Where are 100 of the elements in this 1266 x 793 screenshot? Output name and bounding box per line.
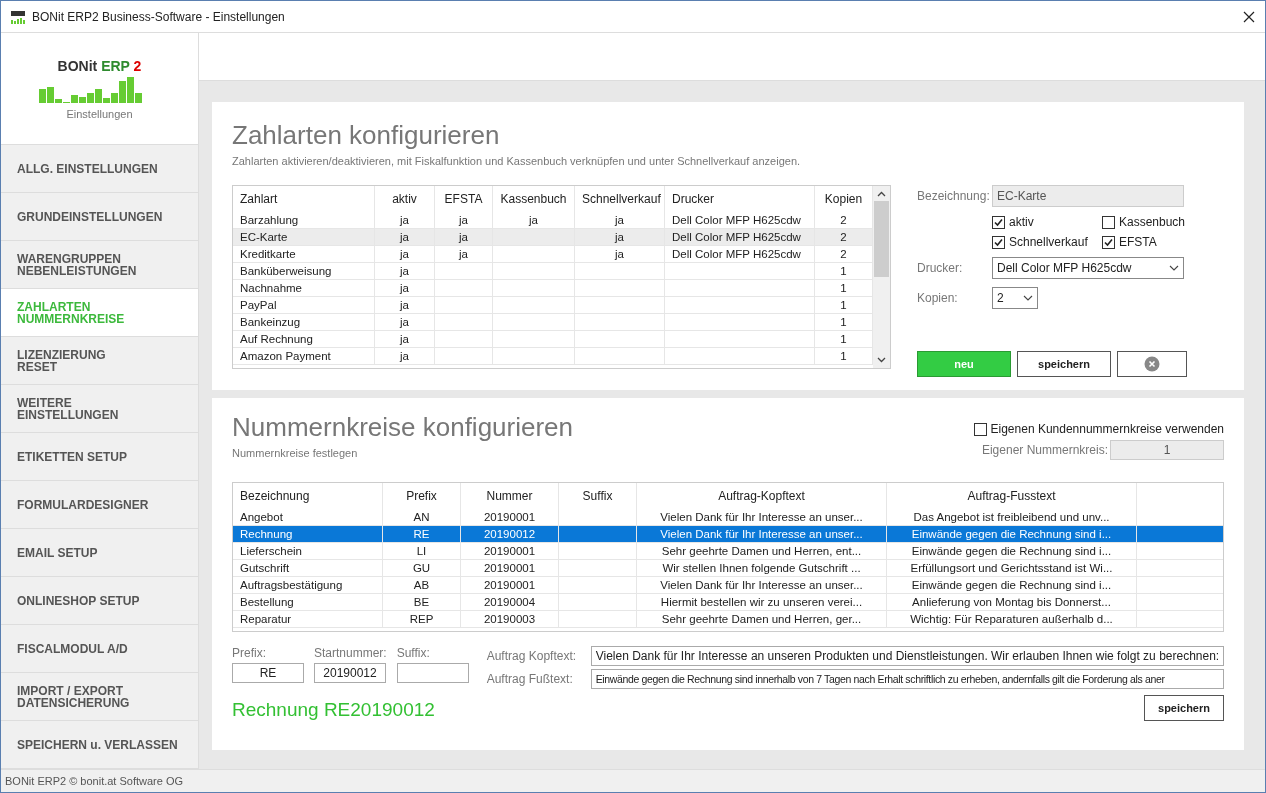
table-row[interactable]: Nachnahme ja 1: [233, 280, 873, 297]
table-row[interactable]: Auf Rechnung ja 1: [233, 331, 873, 348]
field-label: Suffix:: [396, 646, 431, 660]
window-title: BONit ERP2 Business-Software - Einstellungen: [32, 9, 285, 24]
checkbox[interactable]: [992, 215, 1005, 229]
table-row[interactable]: Kreditkarte ja ja ja Dell Color MFP H625cdw 2: [233, 246, 873, 263]
table-row[interactable]: Gutschrift GU 20190001 Wir stellen Ihnen folgende Gutschrift ... Erfüllungsort und Gerichtsstand ist Wi...: [233, 560, 1223, 577]
logo-text: BONit ERP 2: [57, 57, 142, 74]
table-cell: Einwände gegen die Rechnung sind i...: [911, 528, 1112, 540]
checkbox-label: aktiv: [1009, 215, 1034, 229]
column-header[interactable]: Auftrag-Kopftext: [637, 483, 887, 509]
table-cell: Einwände gegen die Rechnung sind i...: [911, 579, 1112, 591]
column-header[interactable]: Auftrag-Fusstext: [887, 483, 1137, 509]
table-cell: Auf Rechnung: [240, 333, 313, 345]
save-button[interactable]: speichern: [1017, 351, 1111, 377]
table-cell: 20190001: [483, 511, 536, 523]
suffix-field[interactable]: [396, 663, 469, 683]
section-title: Nummernkreise konfigurieren: [232, 412, 574, 443]
prefix-field[interactable]: RE: [232, 663, 304, 683]
table-cell: ja: [459, 231, 468, 243]
status-text: BONit ERP2 © bonit.at Software OG: [5, 775, 184, 787]
table-row[interactable]: Lieferschein LI 20190001 Sehr geehrte Damen und Herren, ent... Einwände gegen die Rechnung sind i...: [233, 543, 1223, 560]
close-icon: [1144, 356, 1160, 372]
column-header[interactable]: Nummer: [461, 483, 559, 509]
logo-subtitle: Einstellungen: [66, 107, 133, 120]
table-cell: ja: [400, 282, 409, 294]
copies-dropdown[interactable]: 2: [992, 287, 1038, 309]
table-cell: Auftragsbestätigung: [240, 579, 343, 591]
cancel-button[interactable]: [1117, 351, 1187, 377]
table-cell: Wichtig: Für Reparaturen außerhalb d...: [910, 613, 1113, 625]
table-row[interactable]: Banküberweisung ja 1: [233, 263, 873, 280]
app-logo-icon: [10, 8, 26, 25]
checkbox[interactable]: [1102, 215, 1115, 229]
table-cell: LI: [416, 545, 427, 557]
table-row[interactable]: Auftragsbestätigung AB 20190001 Vielen Dank für Ihr Interesse an unser... Einwände gegen die Rechnung sind i...: [233, 577, 1223, 594]
scrollbar[interactable]: [873, 186, 890, 368]
scroll-down-icon[interactable]: [877, 357, 886, 363]
column-header[interactable]: Schnellverkauf: [575, 186, 665, 212]
table-cell: Barzahlung: [240, 214, 299, 226]
close-icon[interactable]: [1243, 10, 1255, 23]
table-cell: Kreditkarte: [240, 248, 296, 260]
checkbox-label: EFSTA: [1119, 235, 1157, 249]
field-label: Startnummer:: [314, 646, 387, 660]
field-label: Drucker:: [917, 261, 964, 275]
number-range-field[interactable]: 1: [1110, 440, 1224, 460]
column-header[interactable]: Suffix: [559, 483, 637, 509]
table-row[interactable]: Bankeinzug ja 1: [233, 314, 873, 331]
checkbox[interactable]: [992, 235, 1005, 249]
table-cell: 2: [840, 248, 847, 260]
footer-text-field[interactable]: Einwände gegen die Rechnung sind innerhalb von 7 Tagen nach Erhalt schriftlich zu erheben, andernfalls gilt die Forderung als aner: [590, 669, 1224, 689]
table-cell: Nachnahme: [240, 282, 302, 294]
table-row[interactable]: Reparatur REP 20190003 Sehr geehrte Damen und Herren, ger... Wichtig: Für Reparaturen außerhalb d...: [233, 611, 1223, 628]
table-row[interactable]: Rechnung RE 20190012 Vielen Dank für Ihr Interesse an unser... Einwände gegen die Rechnung sind i...: [233, 526, 1223, 543]
column-header[interactable]: Zahlart: [233, 186, 375, 212]
scroll-up-icon[interactable]: [877, 191, 886, 197]
checkbox[interactable]: [973, 422, 987, 436]
table-cell: ja: [400, 265, 409, 277]
table-cell: ja: [615, 214, 624, 226]
start-number-field[interactable]: 20190012: [314, 663, 386, 683]
table-cell: Hiermit bestellen wir zu unseren verei...: [660, 596, 863, 608]
table-cell: Vielen Dank für Ihr Interesse an unser...: [660, 511, 863, 523]
table-cell: Dell Color MFP H625cdw: [672, 214, 801, 226]
column-header[interactable]: Bezeichnung: [233, 483, 383, 509]
table-cell: ja: [400, 248, 409, 260]
table-cell: Bankeinzug: [240, 316, 301, 328]
field-label: Auftrag Fußtext:: [486, 672, 574, 686]
field-label: Bezeichnung:: [917, 189, 991, 203]
column-header[interactable]: Prefix: [383, 483, 461, 509]
table-cell: ja: [400, 333, 409, 345]
table-cell: ja: [529, 214, 538, 226]
checkbox[interactable]: [1102, 235, 1115, 249]
table-row[interactable]: Amazon Payment ja 1: [233, 348, 873, 365]
save-button[interactable]: speichern: [1144, 695, 1224, 721]
table-cell: Amazon Payment: [240, 350, 331, 362]
table-cell: 20190001: [483, 562, 536, 574]
table-cell: ja: [400, 231, 409, 243]
table-cell: ja: [615, 248, 624, 260]
table-row[interactable]: EC-Karte ja ja ja Dell Color MFP H625cdw 2: [233, 229, 873, 246]
chevron-down-icon: [1169, 265, 1179, 271]
section-subtitle: Zahlarten aktivieren/deaktivieren, mit Fiskalfunktion und Kassenbuch verknüpfen und unter Schnellverkauf anzeigen.: [232, 155, 802, 167]
table-cell: Das Angebot ist freibleibend und unv...: [913, 511, 1110, 523]
table-cell: 2: [840, 214, 847, 226]
section-title: Zahlarten konfigurieren: [232, 120, 501, 151]
table-cell: Vielen Dank für Ihr Interesse an unser...: [660, 579, 863, 591]
table-row[interactable]: PayPal ja 1: [233, 297, 873, 314]
table-cell: 1: [840, 299, 847, 311]
column-header[interactable]: EFSTA: [435, 186, 493, 212]
name-field[interactable]: EC-Karte: [992, 185, 1184, 207]
table-cell: Wir stellen Ihnen folgende Gutschrift ...: [662, 562, 861, 574]
table-row[interactable]: Bestellung BE 20190004 Hiermit bestellen wir zu unseren verei... Anlieferung von Montag bis Donnerst...: [233, 594, 1223, 611]
table-cell: 1: [840, 333, 847, 345]
table-cell: 20190001: [483, 579, 536, 591]
column-header[interactable]: aktiv: [375, 186, 435, 212]
column-header[interactable]: Kassenbuch: [493, 186, 575, 212]
header-text-field[interactable]: Vielen Dank für Ihr Interesse an unseren Produkten und Dienstleistungen. Wir erlauben Ihnen wie folgt zu berechnen:: [590, 646, 1224, 666]
table-cell: 1: [840, 282, 847, 294]
printer-dropdown[interactable]: Dell Color MFP H625cdw: [992, 257, 1184, 279]
checkbox-label: Kassenbuch: [1119, 215, 1186, 229]
table-cell: ja: [400, 350, 409, 362]
column-header[interactable]: Drucker: [665, 186, 815, 212]
